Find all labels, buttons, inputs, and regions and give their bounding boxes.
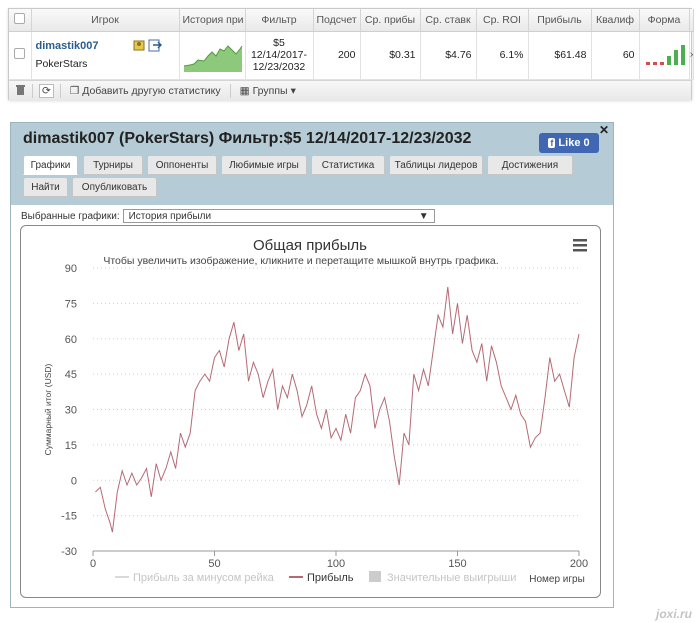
legend-item[interactable]: Прибыль за минусом рейка: [115, 572, 275, 584]
watermark: joxi.ru: [655, 607, 692, 621]
col-header-avg-profit[interactable]: Ср. прибы: [360, 9, 421, 32]
refresh-icon[interactable]: ⟳: [39, 83, 54, 98]
panel-title: dimastik007 (PokerStars) Фильтр:$5 12/14…: [23, 130, 472, 147]
grid-icon: ▦: [239, 84, 250, 97]
player-site: PokerStars: [35, 58, 88, 70]
row-checkbox[interactable]: [9, 31, 32, 80]
facebook-like-button[interactable]: f Like 0: [539, 133, 599, 153]
col-header-avg-stake[interactable]: Ср. ставк: [420, 9, 477, 32]
col-header-qualif[interactable]: Квалиф: [591, 9, 640, 32]
tab-favorite-games[interactable]: Любимые игры: [221, 155, 307, 175]
trash-icon[interactable]: [15, 84, 26, 98]
statistics-table-panel: Игрок История при Фильтр Подсчет Ср. при…: [8, 8, 694, 101]
legend-item[interactable]: Прибыль: [289, 572, 354, 584]
tab-achievements[interactable]: Достижения: [487, 155, 573, 175]
player-cell: dimastik007 PokerStars: [31, 31, 180, 80]
form-bar: [673, 49, 678, 65]
tab-leaderboards[interactable]: Таблицы лидеров: [389, 155, 483, 175]
x-tick-label: 150: [448, 558, 466, 570]
form-indicator: [639, 31, 690, 80]
svg-text:Прибыль за минусом рейка: Прибыль за минусом рейка: [133, 572, 275, 584]
svg-text:Прибыль: Прибыль: [307, 572, 354, 584]
player-details-panel: dimastik007 (PokerStars) Фильтр:$5 12/14…: [10, 122, 614, 608]
y-tick-label: -15: [61, 511, 77, 523]
filter-cell: $5 12/14/2017- 12/23/2032: [245, 31, 314, 80]
form-bar: [680, 44, 685, 65]
x-tick-label: 50: [208, 558, 220, 570]
close-icon[interactable]: ✕: [599, 123, 609, 137]
col-header-avg-roi[interactable]: Ср. ROI: [476, 9, 529, 32]
selected-charts-label: Выбранные графики:: [21, 210, 120, 222]
col-header-player[interactable]: Игрок: [31, 9, 180, 32]
table-row[interactable]: dimastik007 PokerStars $5 12/14/2017- 12…: [9, 31, 694, 80]
player-badge-icon[interactable]: [132, 38, 146, 52]
y-tick-label: 45: [65, 369, 77, 381]
chart-subtitle: Чтобы увеличить изображение, кликните и …: [103, 255, 498, 267]
form-bar: [645, 61, 650, 65]
statistics-table: Игрок История при Фильтр Подсчет Ср. при…: [9, 9, 694, 80]
select-all-checkbox[interactable]: [9, 9, 32, 32]
chart-select[interactable]: История прибыли ▼: [122, 209, 435, 223]
tab-charts[interactable]: Графики: [23, 155, 78, 175]
y-tick-label: 15: [65, 440, 77, 452]
tab-publish[interactable]: Опубликовать: [72, 177, 157, 197]
chevron-down-icon: ▾: [290, 84, 296, 97]
y-axis-title: Суммарный итог (USD): [43, 363, 53, 455]
tab-find[interactable]: Найти: [23, 177, 68, 197]
col-header-profit[interactable]: Прибыль: [528, 9, 592, 32]
charts-tab-content: Выбранные графики: История прибыли ▼ Общ…: [11, 205, 613, 607]
y-tick-label: 75: [65, 298, 77, 310]
y-tick-label: 90: [65, 263, 77, 275]
form-bar: [659, 61, 664, 65]
col-header-count[interactable]: Подсчет: [313, 9, 361, 32]
groups-dropdown[interactable]: ▦ Группы ▾: [237, 85, 299, 97]
tab-tournaments[interactable]: Турниры: [83, 155, 143, 175]
row-remove-icon[interactable]: ×: [689, 31, 694, 80]
col-header-form[interactable]: Форма: [639, 9, 690, 32]
x-tick-label: 0: [90, 558, 96, 570]
profit-value: $61.48: [528, 31, 592, 80]
x-tick-label: 100: [327, 558, 345, 570]
avg-roi-value: 6.1%: [476, 31, 529, 80]
copy-icon: ❐: [69, 84, 80, 97]
facebook-icon: f: [548, 138, 556, 148]
avg-stake-value: $4.76: [420, 31, 477, 80]
count-value: 200: [313, 31, 361, 80]
qualif-value: 60: [591, 31, 640, 80]
export-icon[interactable]: [148, 38, 162, 52]
svg-text:Значительные выигрыши: Значительные выигрыши: [387, 572, 516, 584]
y-tick-label: 30: [65, 405, 77, 417]
col-header-filter[interactable]: Фильтр: [245, 9, 314, 32]
avg-profit-value: $0.31: [360, 31, 421, 80]
col-header-history[interactable]: История при: [179, 9, 246, 32]
y-tick-label: -30: [61, 546, 77, 558]
x-tick-label: 200: [570, 558, 588, 570]
profit-chart[interactable]: Общая прибыльЧтобы увеличить изображение…: [21, 226, 600, 597]
legend-item[interactable]: Значительные выигрыши: [369, 571, 516, 584]
table-toolbar: ⟳ ❐ Добавить другую статистику ▦ Группы …: [9, 79, 691, 101]
dropdown-arrow-icon: ▼: [418, 210, 429, 222]
add-stats-button[interactable]: ❐ Добавить другую статистику: [67, 85, 224, 97]
form-bar: [666, 55, 671, 65]
tab-statistics[interactable]: Статистика: [311, 155, 385, 175]
chart-menu-icon[interactable]: [573, 239, 587, 252]
x-axis-title: Номер игры: [529, 574, 585, 585]
form-bar: [652, 61, 657, 65]
tab-opponents[interactable]: Оппоненты: [147, 155, 217, 175]
chart-title: Общая прибыль: [253, 237, 367, 254]
y-tick-label: 60: [65, 334, 77, 346]
history-sparkline[interactable]: [179, 31, 246, 80]
chart-container[interactable]: Общая прибыль Чтобы увеличить изображение…: [20, 225, 601, 598]
chart-selector-row: Выбранные графики: История прибыли ▼: [21, 209, 435, 223]
y-tick-label: 0: [71, 475, 77, 487]
